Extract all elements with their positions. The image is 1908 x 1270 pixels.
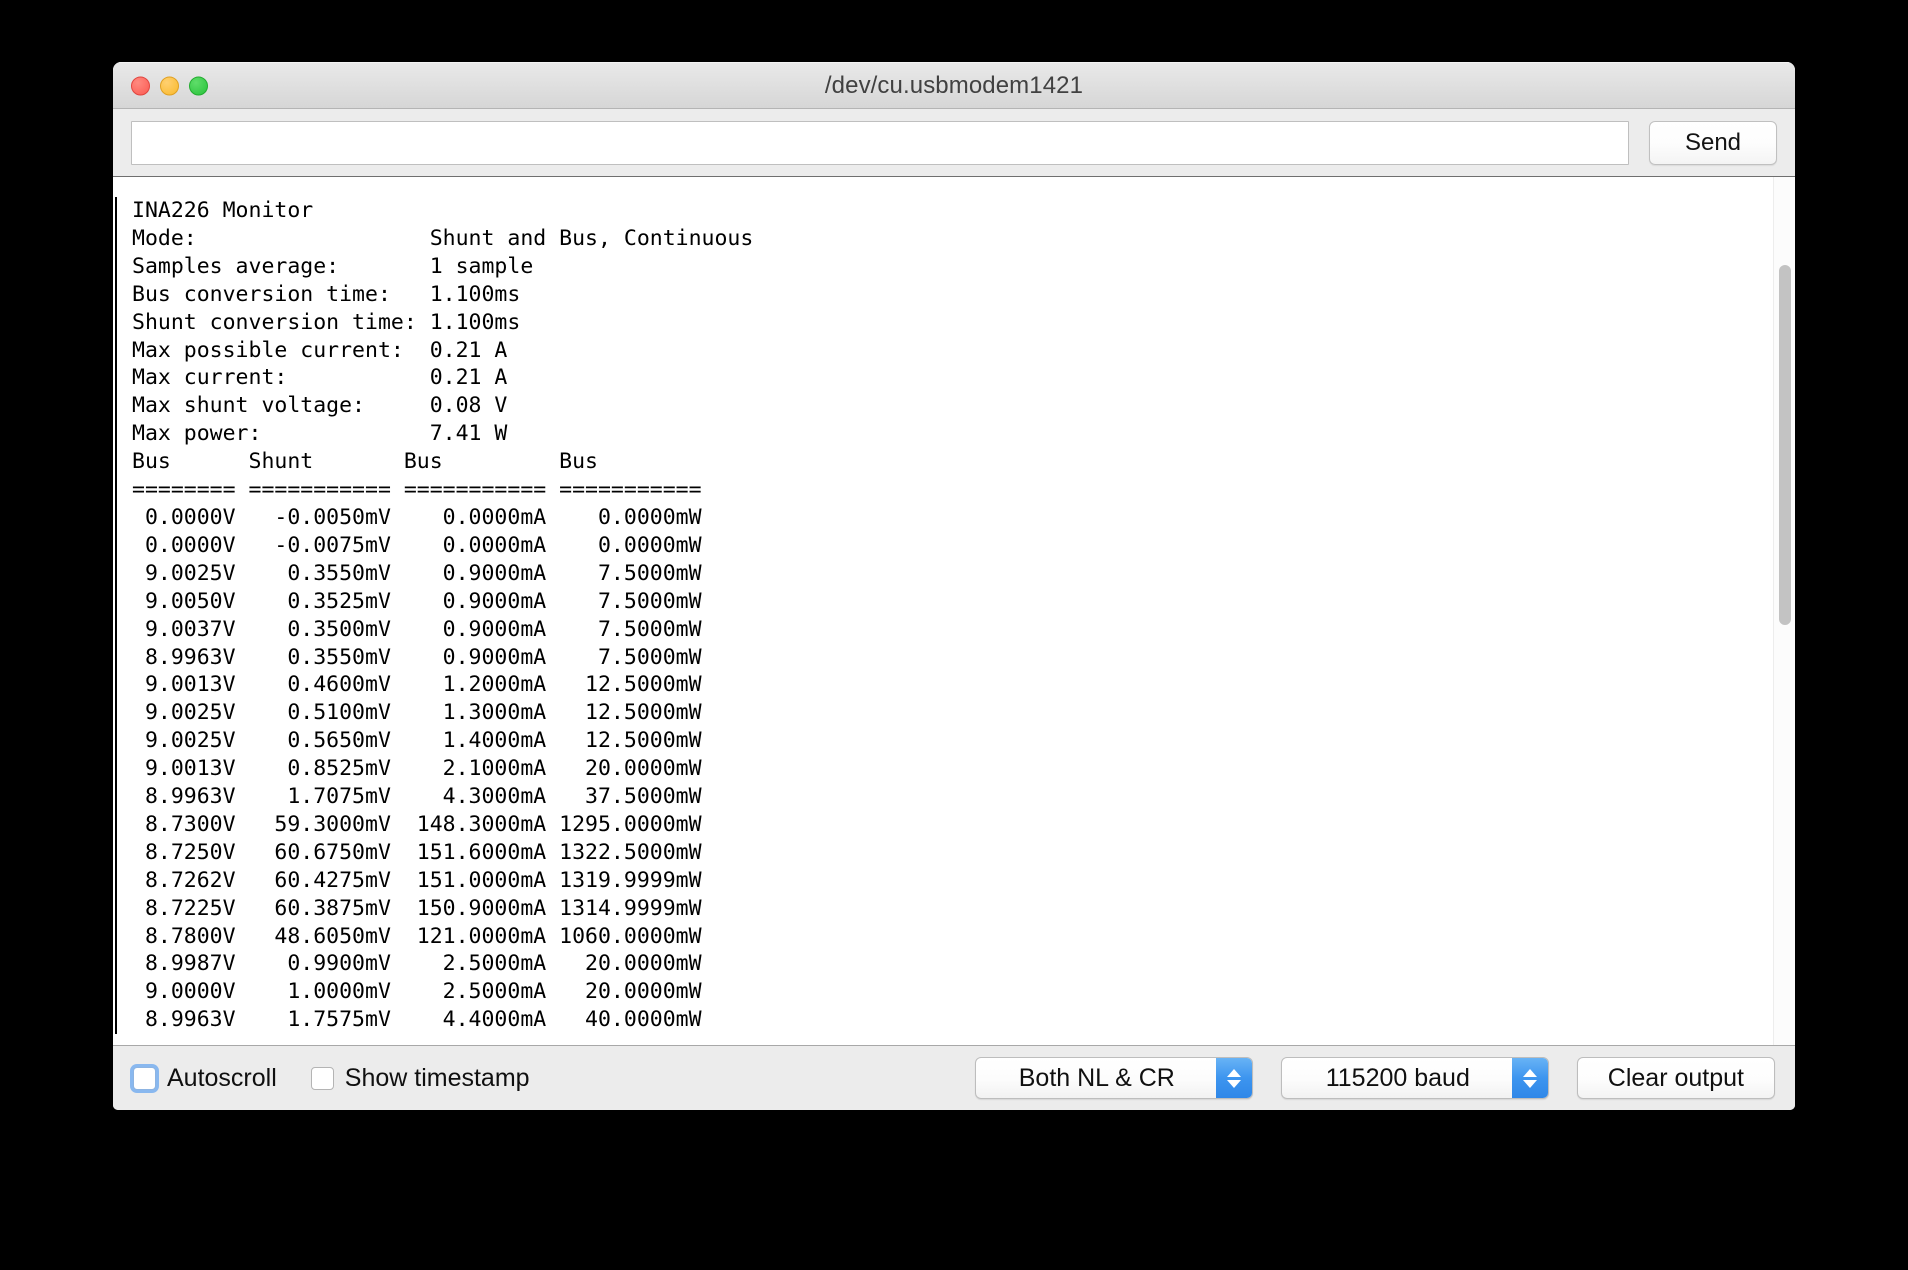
show-timestamp-checkbox-group[interactable]: Show timestamp: [310, 1063, 530, 1093]
console-output-text: INA226 Monitor Mode: Shunt and Bus, Cont…: [115, 197, 753, 1035]
send-button[interactable]: Send: [1649, 120, 1777, 165]
console-scrollbar-thumb[interactable]: [1779, 265, 1791, 625]
show-timestamp-checkbox[interactable]: [310, 1066, 334, 1090]
baud-rate-selected-value: 115200 baud: [1325, 1063, 1470, 1092]
clear-output-button[interactable]: Clear output: [1576, 1057, 1775, 1099]
line-ending-select[interactable]: Both NL & CR: [974, 1057, 1253, 1099]
serial-monitor-window: /dev/cu.usbmodem1421 Send INA226 Monitor…: [113, 62, 1795, 1110]
show-timestamp-label: Show timestamp: [344, 1063, 530, 1092]
baud-rate-select[interactable]: 115200 baud: [1280, 1057, 1549, 1099]
send-bar: Send: [113, 109, 1795, 177]
window-titlebar: /dev/cu.usbmodem1421: [113, 62, 1795, 109]
bottom-toolbar: Autoscroll Show timestamp Both NL & CR 1…: [113, 1046, 1795, 1110]
window-title: /dev/cu.usbmodem1421: [824, 71, 1084, 99]
send-input[interactable]: [131, 120, 1629, 165]
console-area: INA226 Monitor Mode: Shunt and Bus, Cont…: [113, 177, 1795, 1046]
autoscroll-checkbox[interactable]: [133, 1066, 156, 1090]
autoscroll-checkbox-group[interactable]: Autoscroll: [133, 1064, 277, 1093]
chevron-updown-icon: [1215, 1058, 1252, 1098]
autoscroll-label: Autoscroll: [167, 1063, 277, 1092]
chevron-updown-icon: [1511, 1058, 1548, 1098]
console-scrollbar-track[interactable]: [1773, 177, 1795, 1045]
console-scroll-view[interactable]: INA226 Monitor Mode: Shunt and Bus, Cont…: [113, 177, 1795, 1045]
line-ending-selected-value: Both NL & CR: [1018, 1063, 1175, 1092]
